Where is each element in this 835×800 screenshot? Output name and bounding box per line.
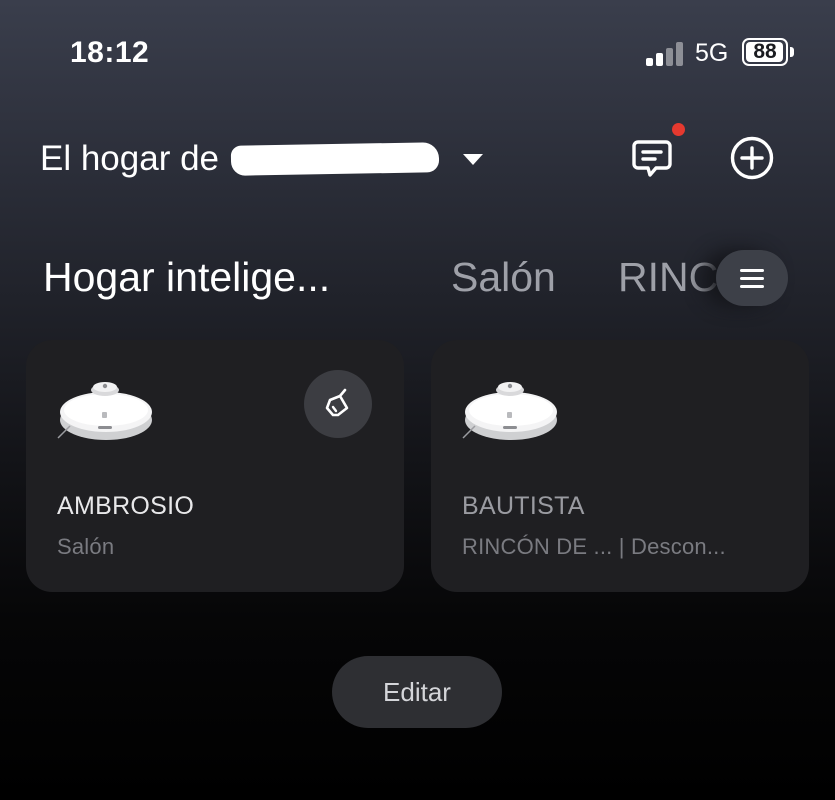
broom-icon	[325, 388, 349, 417]
tab-hogar-inteligente[interactable]: Hogar intelige...	[43, 254, 330, 301]
status-time: 18:12	[70, 36, 150, 69]
room-tabs: Hogar intelige... Salón RINC	[0, 246, 835, 316]
battery-tip	[790, 47, 794, 57]
home-title: El hogar de	[40, 139, 220, 178]
home-selector[interactable]: El hogar de	[40, 136, 484, 182]
cellular-signal-icon	[646, 40, 686, 66]
menu-icon-line	[740, 284, 764, 288]
message-icon	[632, 140, 672, 177]
battery-percentage: 88	[753, 40, 777, 63]
device-name: BAUTISTA	[462, 492, 585, 520]
plus-circle-icon	[730, 136, 774, 180]
robot-vacuum-icon	[57, 382, 152, 440]
quick-clean-button[interactable]	[304, 370, 372, 438]
menu-icon-line	[740, 268, 764, 272]
redacted-owner-name	[230, 142, 440, 176]
device-card-bautista[interactable]: BAUTISTA RINCÓN DE ... | Descon...	[431, 340, 809, 592]
status-bar: 18:12 5G 88	[0, 0, 835, 100]
tab-rincon[interactable]: RINC	[618, 254, 718, 301]
add-device-button[interactable]	[724, 130, 780, 186]
device-room: Salón	[57, 534, 115, 559]
menu-icon-line	[740, 276, 764, 280]
robot-vacuum-icon	[462, 382, 557, 440]
network-type: 5G	[695, 39, 729, 67]
chevron-down-icon	[463, 153, 484, 165]
tab-salon[interactable]: Salón	[451, 254, 556, 301]
battery-icon: 88	[742, 38, 788, 66]
device-card-ambrosio[interactable]: AMBROSIO Salón	[26, 340, 404, 592]
messages-button[interactable]	[624, 130, 680, 186]
device-name: AMBROSIO	[57, 492, 195, 520]
room-menu-button[interactable]	[716, 250, 788, 306]
notification-dot	[672, 123, 685, 136]
edit-button[interactable]: Editar	[332, 656, 502, 728]
device-room-status: RINCÓN DE ... | Descon...	[462, 534, 726, 559]
